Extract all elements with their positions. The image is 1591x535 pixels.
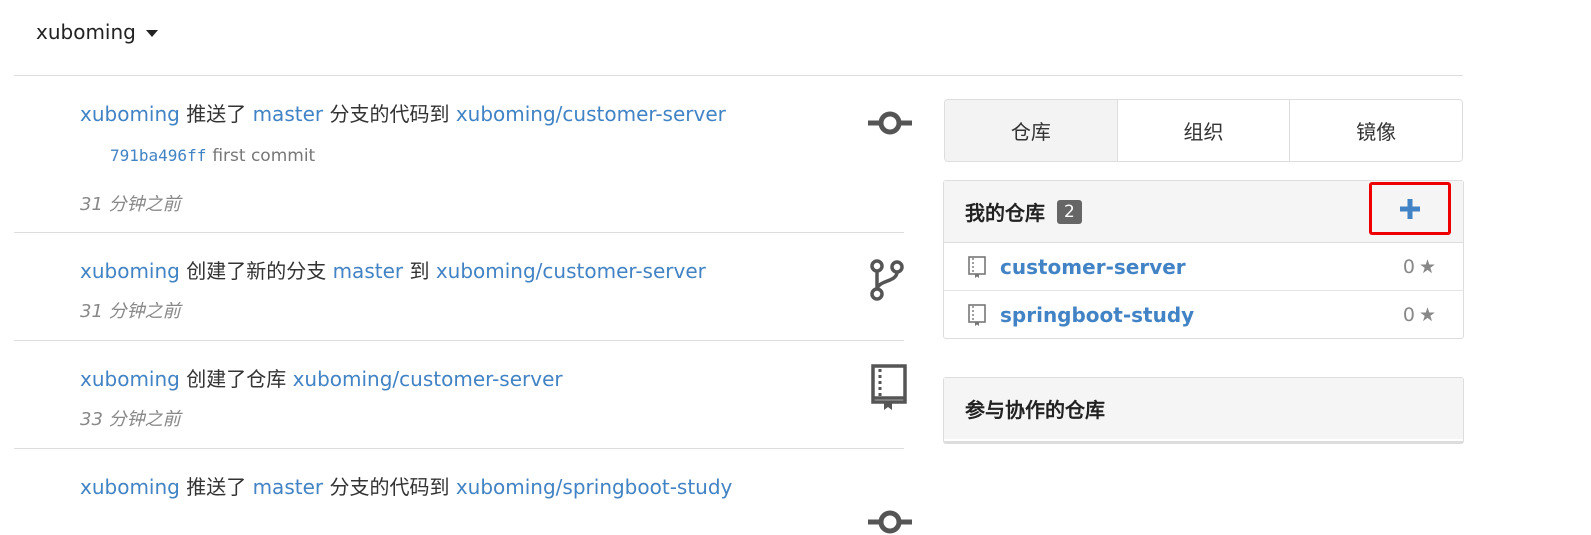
repo-icon: [968, 304, 986, 326]
feed-item-summary: xuboming 创建了仓库 xuboming/customer-server: [80, 363, 563, 392]
commit-sha-link[interactable]: 791ba496ff: [110, 146, 206, 165]
feed-link[interactable]: master: [333, 259, 404, 283]
feed-link[interactable]: xuboming/springboot-study: [456, 475, 733, 499]
my-repos-panel: 我的仓库 2 customer-server 0 ★ springboot-st…: [943, 180, 1464, 339]
feed-item: xuboming 创建了新的分支 master 到 xuboming/custo…: [14, 233, 904, 341]
feed-text: 创建了新的分支: [179, 259, 333, 283]
feed-link[interactable]: xuboming/customer-server: [436, 259, 706, 283]
star-icon: ★: [1418, 303, 1436, 326]
feed-link[interactable]: master: [253, 475, 324, 499]
repo-list-item[interactable]: customer-server 0 ★: [944, 243, 1463, 291]
star-icon: ★: [1418, 255, 1436, 278]
feed-text: 到: [403, 259, 436, 283]
collab-repos-panel: 参与协作的仓库: [943, 377, 1464, 444]
repo-icon: [968, 256, 986, 278]
repo-tabs: 仓库 组织 镜像: [944, 99, 1463, 162]
feed-item: xuboming 推送了 master 分支的代码到 xuboming/cust…: [14, 76, 912, 233]
activity-feed: xuboming 推送了 master 分支的代码到 xuboming/cust…: [14, 76, 912, 534]
feed-item-summary: xuboming 创建了新的分支 master 到 xuboming/custo…: [80, 255, 706, 284]
tab-mirrors[interactable]: 镜像: [1289, 100, 1462, 161]
feed-link[interactable]: xuboming/customer-server: [456, 102, 726, 126]
context-switcher[interactable]: xuboming: [36, 20, 158, 44]
add-repo-button[interactable]: [1369, 182, 1451, 235]
plus-icon: [1400, 198, 1420, 219]
tab-organizations[interactable]: 组织: [1116, 100, 1290, 161]
repo-stars: 0 ★: [1403, 304, 1436, 326]
feed-item-summary: xuboming 推送了 master 分支的代码到 xuboming/spri…: [80, 471, 732, 500]
feed-link[interactable]: xuboming: [80, 102, 180, 126]
my-repos-header: 我的仓库 2: [944, 181, 1463, 243]
branch-icon: [870, 259, 904, 301]
feed-link[interactable]: master: [253, 102, 324, 126]
feed-text: 分支的代码到: [323, 102, 456, 126]
feed-item-summary: xuboming 推送了 master 分支的代码到 xuboming/cust…: [80, 98, 726, 127]
tab-repositories[interactable]: 仓库: [945, 100, 1117, 161]
repo-name-link[interactable]: springboot-study: [1000, 303, 1194, 327]
star-count: 0: [1402, 255, 1415, 278]
collab-repos-header: 参与协作的仓库: [944, 378, 1463, 439]
feed-text: 创建了仓库: [179, 367, 293, 391]
repo-list-item[interactable]: springboot-study 0 ★: [944, 291, 1463, 338]
feed-item: xuboming 推送了 master 分支的代码到 xuboming/spri…: [14, 449, 912, 534]
feed-text: 推送了: [179, 102, 253, 126]
feed-link[interactable]: xuboming: [80, 259, 180, 283]
book-icon: [871, 364, 907, 410]
collab-repos-title: 参与协作的仓库: [965, 398, 1105, 422]
commit-icon: [868, 510, 912, 534]
context-user: xuboming: [36, 20, 136, 44]
feed-item-time: 33 分钟之前: [80, 409, 181, 430]
commit-line: 791ba496ff first commit: [110, 146, 315, 166]
feed-link[interactable]: xuboming/customer-server: [293, 367, 563, 391]
feed-link[interactable]: xuboming: [80, 475, 180, 499]
repo-count-badge: 2: [1057, 199, 1082, 224]
feed-item-time: 31 分钟之前: [80, 194, 181, 215]
repo-name-link[interactable]: customer-server: [1000, 255, 1186, 279]
commit-message: first commit: [212, 146, 316, 166]
star-count: 0: [1402, 303, 1415, 326]
caret-down-icon: [145, 29, 158, 37]
my-repos-title: 我的仓库: [965, 201, 1045, 225]
feed-item-time: 31 分钟之前: [80, 301, 181, 322]
feed-link[interactable]: xuboming: [80, 367, 180, 391]
feed-text: 分支的代码到: [323, 475, 456, 499]
repo-stars: 0 ★: [1403, 256, 1436, 278]
commit-icon: [868, 111, 912, 135]
feed-item: xuboming 创建了仓库 xuboming/customer-server …: [14, 341, 907, 449]
feed-text: 推送了: [179, 475, 253, 499]
